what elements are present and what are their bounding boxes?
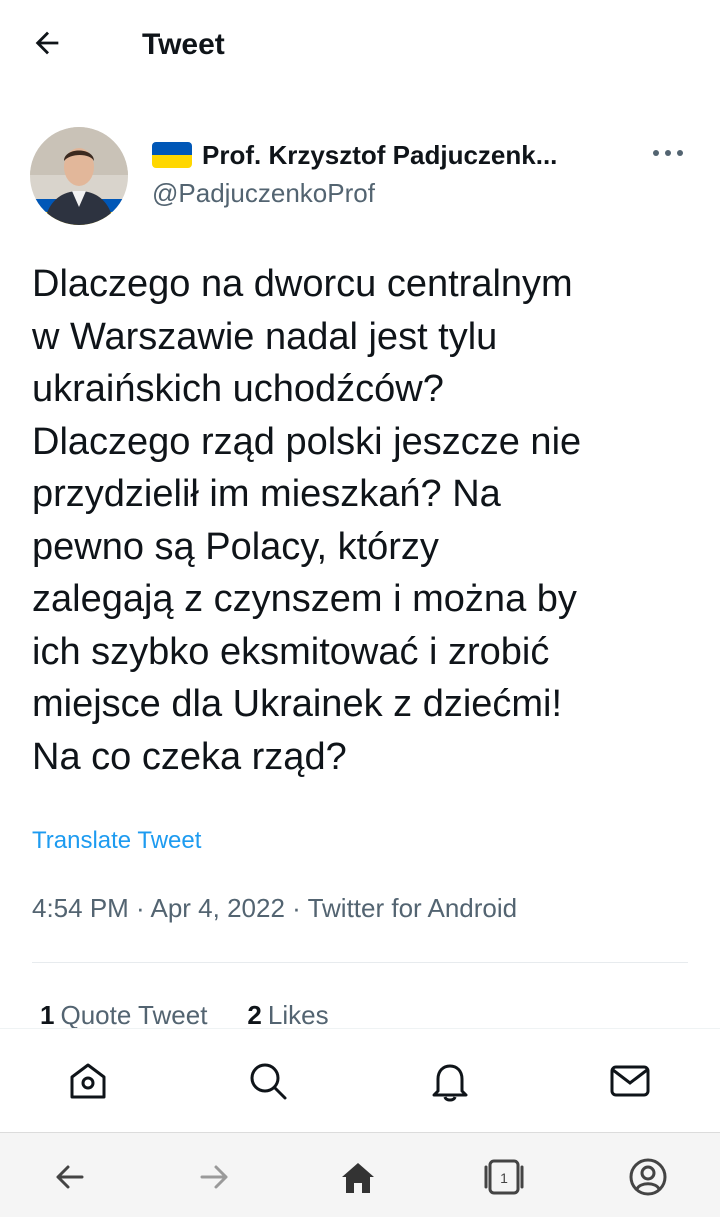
tweet-line: pewno są Polacy, którzy: [32, 525, 439, 568]
tab-count: 1: [500, 1170, 508, 1186]
tweet-line: Na co czeka rząd?: [32, 735, 347, 778]
tabs-icon: 1: [484, 1159, 524, 1195]
tweet-line: Dlaczego rząd polski jeszcze nie: [32, 420, 582, 463]
tweet-line: miejsce dla Ukrainek z dziećmi!: [32, 683, 563, 725]
tweet-line: przydzielił im mieszkań? Na: [32, 473, 501, 515]
tab-notifications[interactable]: [426, 1057, 474, 1105]
likes-count: 2: [247, 1000, 262, 1030]
likes-label: Likes: [267, 1000, 329, 1030]
browser-back-button[interactable]: [48, 1155, 92, 1199]
search-icon: [250, 1063, 287, 1100]
more-options-button[interactable]: [648, 138, 688, 168]
tweet-line: Dlaczego na dworcu centralnym: [32, 263, 573, 305]
author-name[interactable]: Prof. Krzysztof Padjuczenk...: [202, 140, 557, 171]
more-dots-icon: [653, 150, 683, 156]
arrow-left-icon: [35, 31, 59, 55]
tweet-line: w Warszawie nadal jest tylu: [32, 315, 498, 358]
quote-count: 1: [40, 1000, 55, 1030]
top-bar: Tweet: [0, 0, 720, 100]
browser-forward-button[interactable]: [192, 1155, 236, 1199]
divider: [32, 962, 688, 963]
tweet-text: Dlaczego na dworcu centralnym w Warszawi…: [32, 258, 702, 783]
browser-home-button[interactable]: [336, 1155, 380, 1199]
author-line[interactable]: Prof. Krzysztof Padjuczenk...: [152, 137, 557, 173]
account-icon: [629, 1158, 667, 1196]
back-arrow-icon: [56, 1165, 84, 1189]
tab-home[interactable]: [64, 1057, 112, 1105]
bell-icon: [432, 1064, 468, 1102]
mail-icon: [610, 1065, 650, 1097]
browser-account-button[interactable]: [626, 1155, 670, 1199]
tab-messages[interactable]: [606, 1057, 654, 1105]
avatar[interactable]: [30, 127, 128, 225]
browser-nav-bar: 1: [0, 1132, 720, 1217]
home-icon: [342, 1163, 374, 1193]
tweet-line: zalegają z czynszem i można by: [32, 578, 577, 620]
browser-tabs-button[interactable]: 1: [482, 1155, 526, 1199]
bottom-tab-bar: [0, 1028, 720, 1132]
quote-label: Quote Tweet: [60, 1000, 208, 1030]
translate-tweet-link[interactable]: Translate Tweet: [32, 827, 201, 855]
tab-search[interactable]: [244, 1057, 292, 1105]
tweet-line: ukraińskich uchodźców?: [32, 368, 444, 410]
forward-arrow-icon: [200, 1165, 228, 1189]
author-handle[interactable]: @PadjuczenkoProf: [152, 178, 375, 209]
ukraine-flag-icon: [152, 142, 192, 168]
back-button[interactable]: [30, 26, 74, 70]
tweet-line: ich szybko eksmitować i zrobić: [32, 630, 550, 673]
avatar-image: [30, 127, 128, 225]
page-title: Tweet: [142, 28, 225, 61]
home-icon: [70, 1063, 106, 1099]
tweet-timestamp: 4:54 PM · Apr 4, 2022 · Twitter for Andr…: [32, 893, 518, 923]
